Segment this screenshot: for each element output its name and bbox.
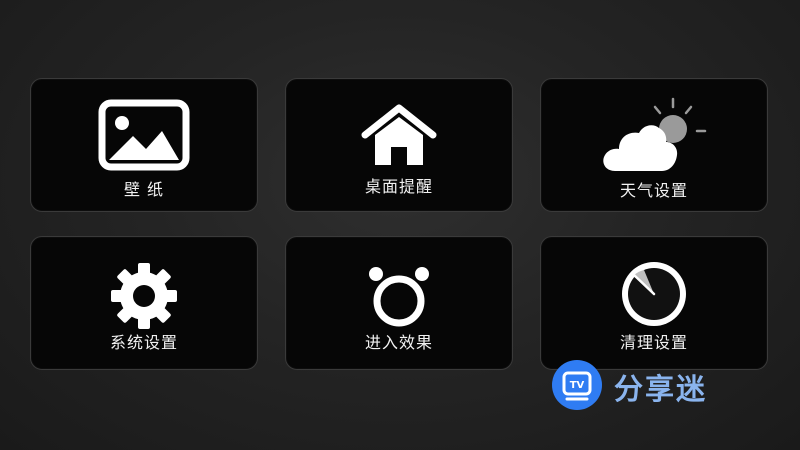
brand-watermark: TV 分享迷 [552,360,752,410]
tile-clean-settings[interactable]: 清理设置 [540,236,768,370]
tv-screen-icon: TV [562,371,592,401]
tile-desktop-reminder[interactable]: 桌面提醒 [285,78,513,212]
tile-system-settings[interactable]: 系统设置 [30,236,258,370]
brand-name: 分享迷 [614,372,708,406]
gear-icon [111,263,177,329]
tile-label: 天气设置 [619,181,688,200]
tile-wallpaper[interactable]: 壁 纸 [30,78,258,212]
weather-icon [603,97,707,171]
home-icon [361,104,437,165]
tile-entry-effect[interactable]: 进入效果 [285,236,513,370]
tile-label: 系统设置 [109,333,178,352]
image-icon [98,99,190,171]
tile-weather-settings[interactable]: 天气设置 [540,78,768,212]
tile-label: 进入效果 [364,333,433,352]
tile-label: 桌面提醒 [364,177,433,196]
tv-badge-text: TV [570,380,585,391]
clean-dial-icon [622,262,686,326]
ring-icon [369,267,429,327]
tile-label: 清理设置 [619,333,688,352]
tv-logo-icon: TV [552,360,602,410]
tile-label: 壁 纸 [123,180,165,199]
